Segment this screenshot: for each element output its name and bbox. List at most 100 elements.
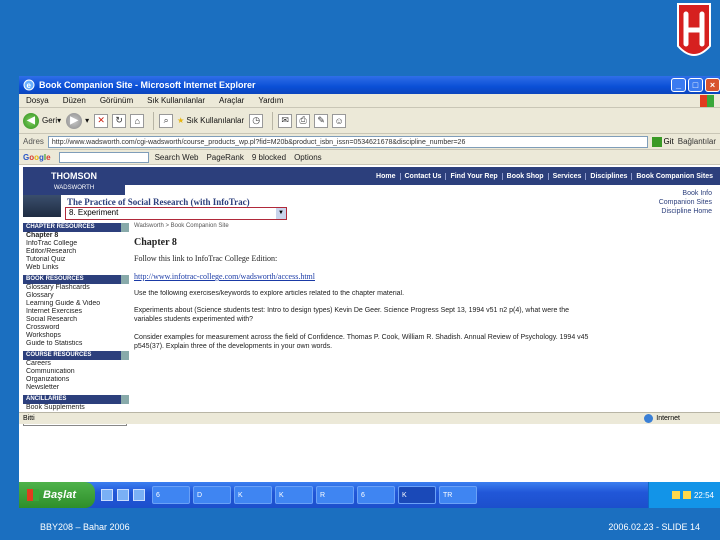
sidebar-item[interactable]: Web Links (23, 264, 129, 272)
sidebar-item[interactable]: Crossword (23, 324, 129, 332)
footer-slide-number: 2006.02.23 - SLIDE 14 (608, 522, 700, 532)
google-popup-blocked[interactable]: 9 blocked (252, 153, 286, 162)
collapse-icon[interactable] (121, 351, 129, 360)
sidebar-item[interactable]: Editor/Research (23, 248, 129, 256)
chevron-down-icon: ▼ (276, 208, 286, 219)
quick-launch-icon[interactable] (101, 489, 113, 501)
maximize-button[interactable]: □ (688, 78, 703, 92)
sidebar-item[interactable]: Glossary (23, 292, 129, 300)
links-button[interactable]: Bağlantılar (678, 137, 716, 146)
nav-contact[interactable]: Contact Us (399, 172, 446, 180)
nav-home[interactable]: Home (372, 173, 399, 180)
collapse-icon[interactable] (121, 275, 129, 284)
taskbar-button[interactable]: K (398, 486, 436, 504)
google-options-button[interactable]: Options (294, 153, 322, 162)
link-book-info[interactable]: Book Info (659, 189, 712, 198)
sidebar-item[interactable]: Guide to Statistics (23, 340, 129, 348)
browser-toolbar: ◀ Geri ▾ ▶ ▾ ✕ ↻ ⌂ ⌕ ★ Sık Kullanılanlar ◷ … (19, 108, 720, 134)
taskbar-button[interactable]: R (316, 486, 354, 504)
exercise-instructions: Use the following exercises/keywords to … (134, 290, 405, 297)
favorites-button[interactable]: ★ Sık Kullanılanlar (177, 116, 244, 125)
nav-services[interactable]: Services (547, 172, 586, 180)
main-content: Wadsworth > Book Companion Site Chapter … (134, 223, 712, 360)
history-icon[interactable]: ◷ (249, 113, 264, 128)
infotrac-link[interactable]: http://www.infotrac-college.com/wadswort… (134, 272, 712, 281)
collapse-icon[interactable] (121, 395, 129, 404)
collapse-icon[interactable] (121, 223, 129, 232)
sidebar-item[interactable]: Glossary Flashcards (23, 284, 129, 292)
close-button[interactable]: × (705, 78, 720, 92)
print-icon[interactable]: ⎙ (296, 113, 311, 128)
google-search-web-button[interactable]: Search Web (155, 153, 199, 162)
taskbar-button[interactable]: K (275, 486, 313, 504)
tray-icon[interactable] (671, 491, 680, 499)
menu-tools[interactable]: Araçlar (212, 96, 251, 105)
address-input[interactable]: http://www.wadsworth.com/cgi-wadsworth/c… (47, 135, 648, 148)
sidebar-section-header: ANCILLARIES (23, 395, 129, 404)
taskbar-button[interactable]: TR (439, 486, 477, 504)
minimize-button[interactable]: _ (671, 78, 686, 92)
search-icon[interactable]: ⌕ (159, 113, 174, 128)
sidebar-item[interactable]: Careers (23, 360, 129, 368)
infotrac-intro: Follow this link to InfoTrac College Edi… (134, 254, 278, 263)
status-bar: Bitti Internet (19, 412, 720, 424)
sidebar-section-chapter: CHAPTER RESOURCES Chapter 8 InfoTrac Col… (23, 223, 129, 272)
page-title: Chapter 8 (134, 237, 177, 248)
book-cover-image (23, 195, 61, 217)
site-nav: Home Contact Us Find Your Rep Book Shop … (125, 167, 720, 185)
google-search-input[interactable] (58, 151, 149, 163)
home-icon[interactable]: ⌂ (130, 113, 145, 128)
menu-view[interactable]: Görünüm (93, 96, 140, 105)
thomson-logo[interactable]: THOMSON WADSWORTH (23, 167, 125, 195)
sidebar-item[interactable]: Learning Guide & Video (23, 300, 129, 308)
taskbar-button[interactable]: K (234, 486, 272, 504)
globe-icon (644, 414, 654, 423)
link-discipline-home[interactable]: Discipline Home (659, 207, 712, 216)
breadcrumb: Wadsworth > Book Companion Site (134, 223, 229, 229)
sidebar-item[interactable]: InfoTrac College (23, 240, 129, 248)
quick-launch-icon[interactable] (133, 489, 145, 501)
sidebar-item[interactable]: Book Supplements (23, 404, 129, 412)
sidebar-item[interactable]: Social Research (23, 316, 129, 324)
start-button[interactable]: Başlat (19, 482, 95, 508)
nav-book-shop[interactable]: Book Shop (501, 172, 548, 180)
sidebar-item[interactable]: Workshops (23, 332, 129, 340)
address-label: Adres (23, 137, 44, 146)
menu-file[interactable]: Dosya (19, 96, 56, 105)
taskbar-button[interactable]: D (193, 486, 231, 504)
menu-help[interactable]: Yardım (251, 96, 290, 105)
taskbar-button[interactable]: 6 (357, 486, 395, 504)
quick-launch (101, 489, 149, 501)
sidebar-item[interactable]: Communication (23, 368, 129, 376)
back-button[interactable]: ◀ Geri ▾ (23, 112, 61, 129)
menu-edit[interactable]: Düzen (56, 96, 93, 105)
refresh-icon[interactable]: ↻ (112, 113, 127, 128)
nav-disciplines[interactable]: Disciplines (585, 172, 631, 180)
go-button[interactable]: Git (651, 136, 674, 147)
taskbar-button[interactable]: 6 (152, 486, 190, 504)
go-arrow-icon (651, 136, 662, 147)
system-tray: 22:54 (648, 482, 720, 508)
menu-favorites[interactable]: Sık Kullanılanlar (140, 96, 212, 105)
sidebar-item[interactable]: Chapter 8 (23, 232, 129, 240)
svg-text:e: e (27, 81, 32, 90)
messenger-icon[interactable]: ☺ (332, 113, 347, 128)
sidebar-item[interactable]: Internet Exercises (23, 308, 129, 316)
tray-icon[interactable] (682, 491, 691, 499)
nav-find-rep[interactable]: Find Your Rep (445, 172, 501, 180)
chapter-select[interactable]: 8. Experiment ▼ (65, 207, 287, 220)
edit-icon[interactable]: ✎ (314, 113, 329, 128)
university-logo-icon (677, 3, 711, 56)
back-arrow-icon: ◀ (23, 112, 39, 129)
sidebar-item[interactable]: Newsletter (23, 384, 129, 392)
exercise-1: Experiments about (Science students test… (134, 307, 570, 323)
sidebar-item[interactable]: Organizations (23, 376, 129, 384)
address-bar: Adres http://www.wadsworth.com/cgi-wadsw… (19, 134, 720, 150)
link-companion-sites[interactable]: Companion Sites (659, 198, 712, 207)
sidebar-item[interactable]: Tutorial Quiz (23, 256, 129, 264)
forward-button[interactable]: ▶ ▾ (66, 112, 89, 129)
stop-icon[interactable]: ✕ (94, 113, 109, 128)
quick-launch-icon[interactable] (117, 489, 129, 501)
nav-companion-sites[interactable]: Book Companion Sites (631, 172, 717, 180)
mail-icon[interactable]: ✉ (278, 113, 293, 128)
